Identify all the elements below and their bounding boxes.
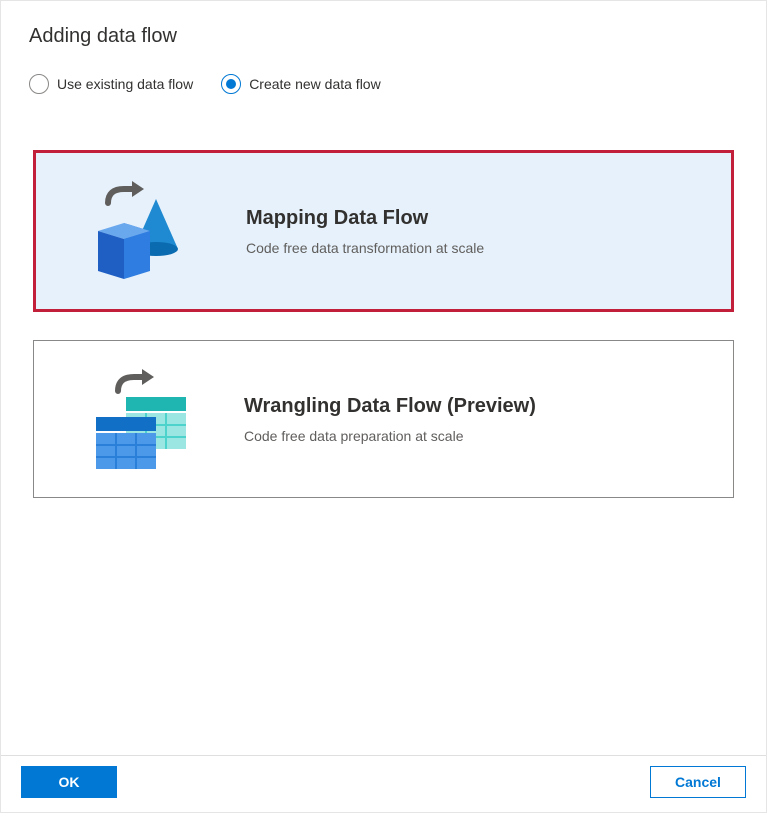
mapping-data-flow-icon <box>88 181 198 281</box>
radio-group: Use existing data flow Create new data f… <box>29 74 738 94</box>
radio-icon <box>29 74 49 94</box>
card-wrangling-data-flow[interactable]: Wrangling Data Flow (Preview) Code free … <box>33 340 734 498</box>
radio-option-existing[interactable]: Use existing data flow <box>29 74 193 94</box>
card-wrangling-desc: Code free data preparation at scale <box>244 428 536 444</box>
card-mapping-title: Mapping Data Flow <box>246 207 484 230</box>
card-wrangling-title: Wrangling Data Flow (Preview) <box>244 395 536 418</box>
dialog-title: Adding data flow <box>29 25 738 48</box>
cancel-button[interactable]: Cancel <box>650 766 746 798</box>
card-list: Mapping Data Flow Code free data transfo… <box>29 150 738 498</box>
ok-button[interactable]: OK <box>21 766 117 798</box>
dialog-footer: OK Cancel <box>1 755 766 812</box>
radio-icon <box>221 74 241 94</box>
card-mapping-data-flow[interactable]: Mapping Data Flow Code free data transfo… <box>33 150 734 312</box>
radio-option-create-new[interactable]: Create new data flow <box>221 74 381 94</box>
radio-label-create-new: Create new data flow <box>249 76 381 92</box>
card-mapping-desc: Code free data transformation at scale <box>246 240 484 256</box>
wrangling-data-flow-icon <box>86 369 196 469</box>
radio-label-existing: Use existing data flow <box>57 76 193 92</box>
